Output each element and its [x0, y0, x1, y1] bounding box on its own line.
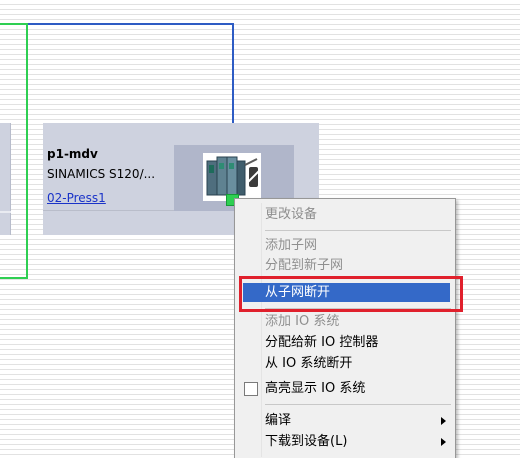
highlight-io-checkbox[interactable]: [244, 382, 258, 396]
menu-item-add-io-system[interactable]: 添加 IO 系统: [265, 312, 339, 332]
annotation-highlight-frame: [239, 276, 463, 312]
subnet-line-top: [0, 23, 28, 25]
menu-item-add-subnet[interactable]: 添加子网: [265, 236, 317, 256]
menu-separator: [265, 404, 451, 405]
menu-item-assign-new-io-controller[interactable]: 分配给新 IO 控制器: [265, 333, 378, 353]
submenu-arrow-icon: [441, 438, 446, 446]
menu-item-highlight-io-system[interactable]: 高亮显示 IO 系统: [265, 379, 365, 399]
submenu-arrow-icon: [441, 417, 446, 425]
device-name: p1-mdv: [47, 147, 98, 161]
device-type: SINAMICS S120/...: [47, 167, 156, 181]
subnet-line-bottom: [0, 277, 28, 279]
device-card-partial[interactable]: [0, 123, 11, 235]
network-link[interactable]: 02-Press1: [47, 191, 106, 205]
menu-gutter-divider: [261, 203, 262, 457]
menu-item-compile[interactable]: 编译: [265, 411, 291, 431]
subnet-line-vertical[interactable]: [26, 23, 28, 279]
menu-item-disconnect-io-system[interactable]: 从 IO 系统断开: [265, 354, 352, 374]
context-menu: 更改设备 添加子网 分配到新子网 从子网断开 添加 IO 系统 分配给新 IO …: [234, 198, 456, 458]
menu-item-download-to-device[interactable]: 下载到设备(L): [265, 432, 347, 452]
menu-item-change-device[interactable]: 更改设备: [265, 205, 317, 225]
io-system-line: [28, 23, 234, 25]
device-divider: [0, 211, 11, 213]
menu-item-assign-new-subnet[interactable]: 分配到新子网: [265, 256, 343, 276]
menu-separator: [265, 230, 451, 231]
